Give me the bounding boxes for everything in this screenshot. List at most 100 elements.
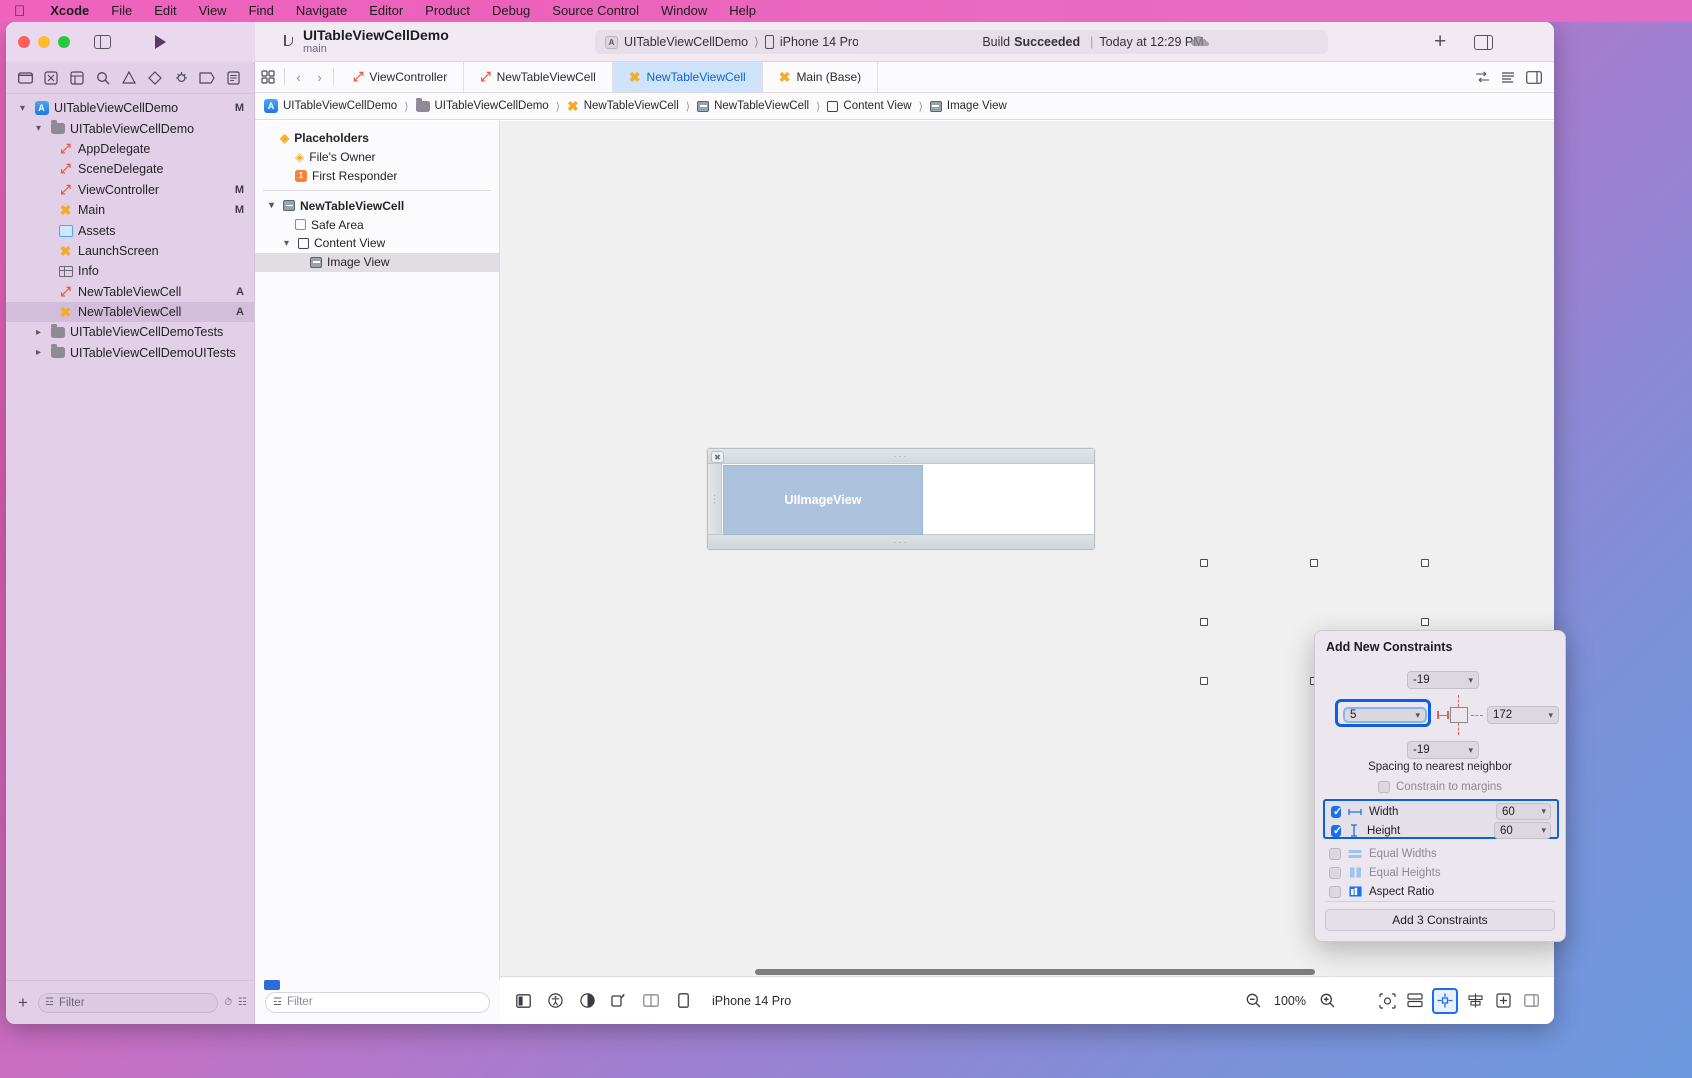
align-icon[interactable] [1464,990,1486,1012]
chevron-down-icon[interactable]: ▾ [1541,806,1546,817]
minimap-icon[interactable] [1496,67,1520,87]
selection-handle-bottom-left[interactable] [1200,677,1208,685]
accessibility-icon[interactable] [544,990,566,1012]
outline-row-content-view[interactable]: ▾ Content View [255,234,499,253]
nav-row-appdelegate[interactable]: ⤢ AppDelegate [6,139,254,159]
width-checkbox[interactable] [1331,806,1341,818]
breadcrumb-item-imageview[interactable]: Image View [930,100,1007,112]
scrollbar-thumb[interactable] [755,969,1315,975]
nav-row-newtableviewcell-xib[interactable]: ✖ NewTableViewCell A [6,302,254,322]
nav-row-group[interactable]: ▾ UITableViewCellDemo [6,118,254,138]
menu-item-editor[interactable]: Editor [358,0,414,22]
selection-handle-middle-right[interactable] [1421,618,1429,626]
height-input[interactable]: 60 ▾ [1494,822,1551,839]
build-status-bar[interactable]: Build Succeeded | Today at 12:29 PM [858,30,1328,54]
orientation-icon[interactable] [608,990,630,1012]
menu-item-navigate[interactable]: Navigate [285,0,358,22]
chevron-down-icon[interactable]: ▾ [1468,745,1473,756]
toggle-inspector-icon[interactable] [1474,35,1493,50]
twisty-closed-icon[interactable]: ▸ [32,327,45,338]
nav-row-project[interactable]: ▾ A UITableViewCellDemo M [6,98,254,118]
constrain-to-margins-checkbox[interactable] [1378,781,1390,793]
add-new-constraints-popover[interactable]: Add New Constraints -19 ▾ 5 ▾ 172 ▾ -19 … [1314,630,1566,942]
canvas-horizontal-scrollbar[interactable] [500,969,1554,976]
constraint-top-line[interactable] [1458,695,1459,707]
run-button[interactable] [155,35,166,49]
nav-row-scenedelegate[interactable]: ⤢ SceneDelegate [6,159,254,179]
menu-item-window[interactable]: Window [650,0,718,22]
selection-handle-top-left[interactable] [1200,559,1208,567]
uiimageview-element[interactable]: UIImageView [723,465,923,535]
chevron-down-icon[interactable]: ▾ [1468,675,1473,686]
source-control-filter-icon[interactable]: ☷ [238,997,247,1008]
equal-heights-checkbox[interactable] [1329,867,1341,879]
breadcrumb-item-contentview[interactable]: Content View [827,100,911,112]
outline-row-cell[interactable]: ▾ NewTableViewCell [255,196,499,215]
constraint-trailing-input[interactable]: 172 ▾ [1487,706,1559,724]
add-file-button[interactable]: + [14,993,32,1013]
width-input[interactable]: 60 ▾ [1496,803,1551,820]
menu-item-help[interactable]: Help [718,0,767,22]
equal-widths-checkbox[interactable] [1329,848,1341,860]
navigator-filter-input[interactable]: ☲ Filter [38,993,218,1013]
view-as-icon[interactable] [512,990,534,1012]
menu-item-product[interactable]: Product [414,0,481,22]
scheme-selector[interactable]: UITableViewCellDemo main [283,27,449,56]
toggle-inspector-icon[interactable] [1522,67,1546,87]
twisty-open-icon[interactable]: ▾ [280,238,293,249]
outline-filter-input[interactable]: ☲ Filter [265,992,490,1013]
issue-icon[interactable] [116,66,142,90]
constraint-trailing-line[interactable] [1471,715,1483,716]
aspect-ratio-checkbox[interactable] [1329,886,1341,898]
equal-heights-row[interactable]: Equal Heights [1323,863,1557,882]
outline-tree[interactable]: ◈ Placeholders ◈ File's Owner 1 First Re… [255,121,499,272]
equal-widths-row[interactable]: Equal Widths [1323,844,1557,863]
constraint-leading-input[interactable]: 5 ▾ [1343,707,1427,723]
nav-row-main[interactable]: ✖ Main M [6,200,254,220]
outline-row-image-view[interactable]: Image View [255,253,499,272]
debug-icon[interactable] [168,66,194,90]
split-icon[interactable] [640,990,662,1012]
chevron-down-icon[interactable]: ▾ [1548,710,1553,721]
twisty-open-icon[interactable]: ▾ [16,103,29,114]
menu-item-view[interactable]: View [188,0,238,22]
zoom-window-button[interactable] [58,36,70,48]
outline-row-files-owner[interactable]: ◈ File's Owner [255,148,499,167]
outline-row-first-responder[interactable]: 1 First Responder [255,167,499,186]
nav-row-info[interactable]: Info [6,261,254,281]
add-constraints-icon[interactable] [1432,988,1458,1014]
tab-newtableviewcell-xib[interactable]: ✖ NewTableViewCell [613,62,763,92]
resolve-issues-icon[interactable] [1492,990,1514,1012]
height-checkbox[interactable] [1331,825,1341,837]
nav-row-newtableviewcell-swift[interactable]: ⤢ NewTableViewCell A [6,282,254,302]
forward-button[interactable]: › [309,62,330,92]
aspect-ratio-row[interactable]: Aspect Ratio [1323,882,1557,901]
cloud-icon[interactable] [1190,35,1210,47]
constraint-bottom-input[interactable]: -19 ▾ [1407,741,1479,759]
twisty-open-icon[interactable]: ▾ [32,123,45,134]
cell-close-icon[interactable]: ✖ [711,451,724,463]
toggle-navigator-icon[interactable] [94,35,111,49]
outline-row-safe-area[interactable]: Safe Area [255,215,499,234]
twisty-closed-icon[interactable]: ▸ [32,347,45,358]
nav-row-tests[interactable]: ▸ UITableViewCellDemoTests [6,322,254,342]
folder-icon[interactable] [12,66,38,90]
selection-handle-middle-left[interactable] [1200,618,1208,626]
menu-item-xcode[interactable]: Xcode [39,0,100,22]
nav-row-assets[interactable]: Assets [6,220,254,240]
table-view-cell-frame[interactable]: ··· ✖ ··· ··· UIImageView [707,448,1095,550]
zoom-level-label[interactable]: 100% [1274,994,1306,1008]
search-icon[interactable] [90,66,116,90]
nav-row-viewcontroller[interactable]: ⤢ ViewController M [6,180,254,200]
width-row[interactable]: Width 60 ▾ [1325,802,1557,821]
breadcrumb-item-xib[interactable]: ✖ NewTableViewCell [567,99,679,113]
minimize-window-button[interactable] [38,36,50,48]
menu-item-find[interactable]: Find [238,0,285,22]
constrain-to-margins-row[interactable]: Constrain to margins [1315,781,1565,793]
chevron-down-icon[interactable]: ▾ [1541,825,1546,836]
recent-files-icon[interactable]: ⏱ [224,997,232,1008]
destination-selector[interactable]: A UITableViewCellDemo ⟩ iPhone 14 Pro [595,30,869,54]
breadcrumb-item-project[interactable]: A UITableViewCellDemo [264,99,397,113]
code-review-icon[interactable] [1470,67,1494,87]
update-frames-icon[interactable] [1376,990,1398,1012]
